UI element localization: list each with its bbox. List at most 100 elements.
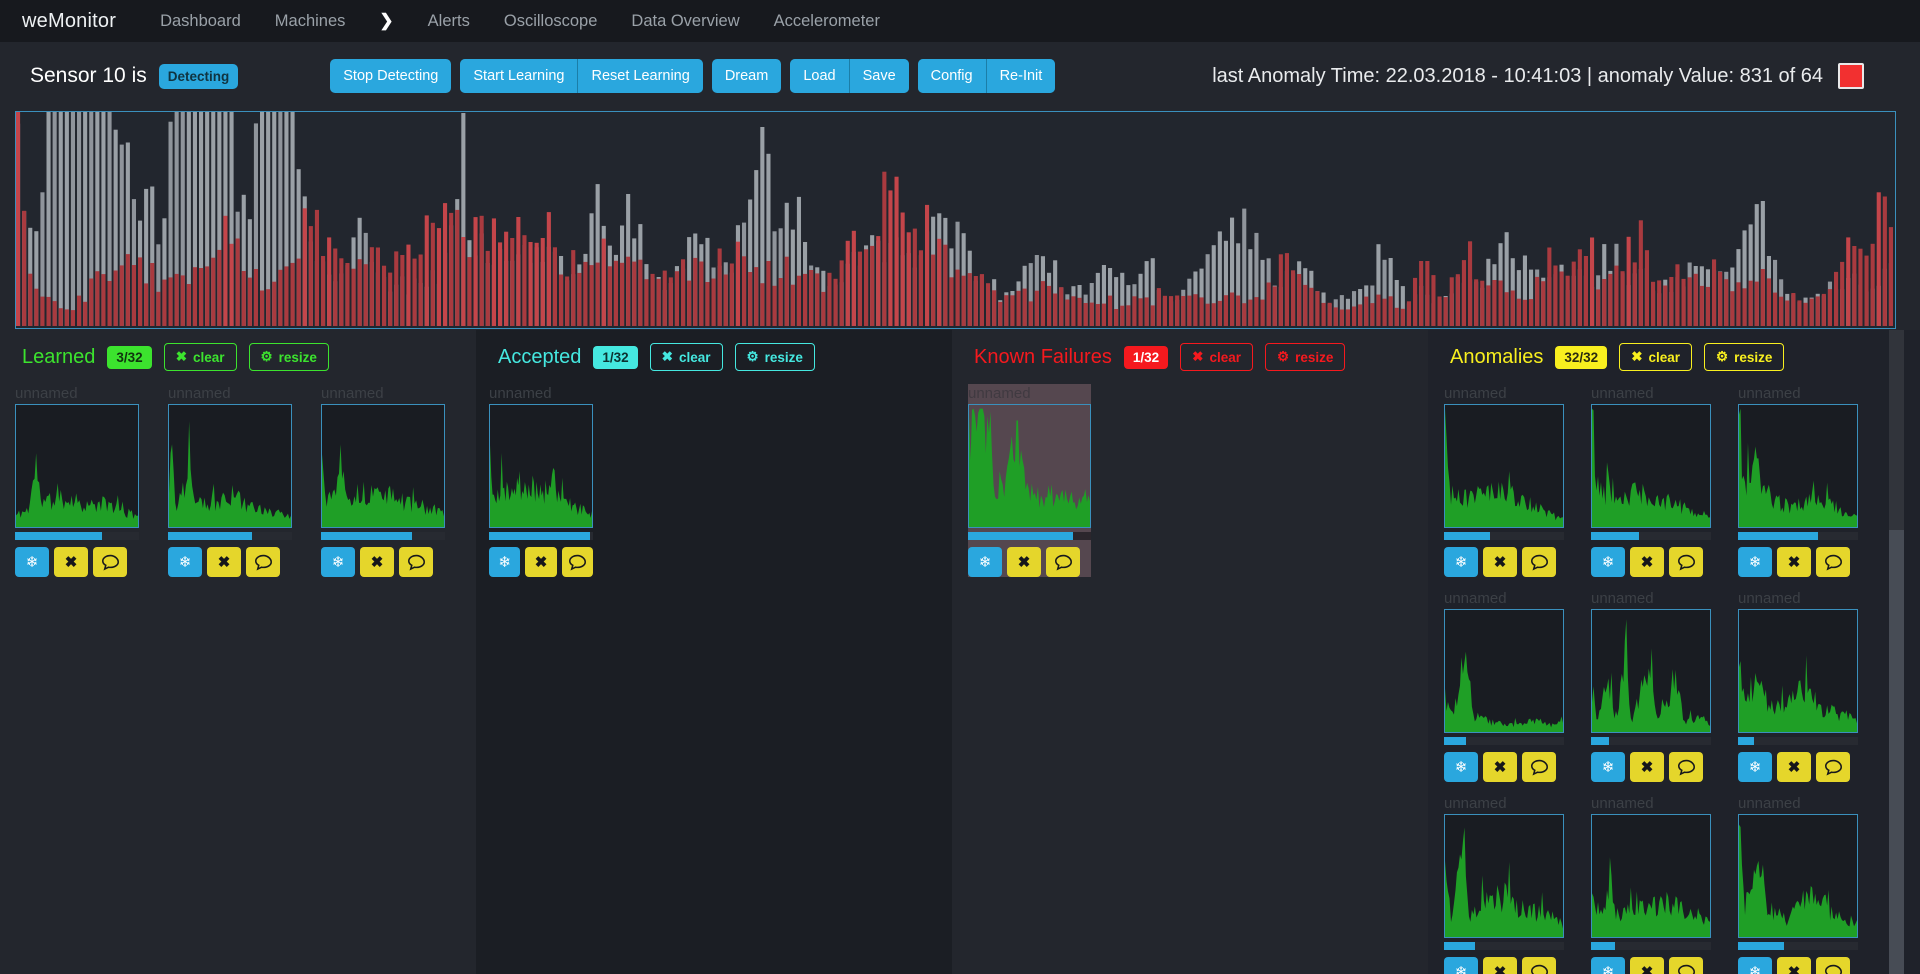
spectrum-card-accepted-0: unnamed❄✖ bbox=[489, 384, 593, 577]
thumbnail-spectrum-chart[interactable] bbox=[1738, 404, 1858, 528]
delete-button[interactable]: ✖ bbox=[1483, 957, 1517, 974]
comment-button[interactable] bbox=[562, 547, 593, 577]
load-button[interactable]: Load bbox=[790, 59, 848, 93]
freeze-button[interactable]: ❄ bbox=[168, 547, 202, 577]
delete-button[interactable]: ✖ bbox=[207, 547, 241, 577]
spectrum-card-anomalies-3: unnamed❄✖ bbox=[1444, 589, 1564, 782]
freeze-button[interactable]: ❄ bbox=[1444, 547, 1478, 577]
delete-button[interactable]: ✖ bbox=[525, 547, 556, 577]
thumbnail-spectrum-chart[interactable] bbox=[489, 404, 593, 528]
nav-item-dashboard[interactable]: Dashboard bbox=[160, 12, 241, 31]
freeze-button[interactable]: ❄ bbox=[1444, 752, 1478, 782]
comment-button[interactable] bbox=[1046, 547, 1080, 577]
comment-button[interactable] bbox=[1669, 957, 1703, 974]
thumbnail-spectrum-chart[interactable] bbox=[1591, 609, 1711, 733]
thumbnail-spectrum-chart[interactable] bbox=[1444, 609, 1564, 733]
similarity-progress-bar bbox=[1591, 737, 1711, 745]
dream-button[interactable]: Dream bbox=[712, 59, 782, 93]
comment-button[interactable] bbox=[399, 547, 433, 577]
start-learning-button[interactable]: Start Learning bbox=[460, 59, 577, 93]
alarm-indicator[interactable] bbox=[1838, 63, 1864, 89]
freeze-button[interactable]: ❄ bbox=[1738, 752, 1772, 782]
thumbnail-spectrum-chart[interactable] bbox=[15, 404, 139, 528]
nav-item-oscilloscope[interactable]: Oscilloscope bbox=[504, 12, 598, 31]
thumbnail-spectrum-chart[interactable] bbox=[1738, 609, 1858, 733]
freeze-button[interactable]: ❄ bbox=[1591, 957, 1625, 974]
freeze-button[interactable]: ❄ bbox=[1738, 547, 1772, 577]
clear-button-known-failures[interactable]: ✖clear bbox=[1180, 343, 1253, 371]
freeze-button[interactable]: ❄ bbox=[321, 547, 355, 577]
app-logo[interactable]: weMonitor bbox=[22, 10, 116, 33]
clear-button-learned[interactable]: ✖clear bbox=[164, 343, 237, 371]
comment-icon bbox=[1530, 759, 1549, 776]
delete-button[interactable]: ✖ bbox=[1630, 752, 1664, 782]
similarity-progress-bar bbox=[1444, 737, 1564, 745]
thumbnail-spectrum-chart[interactable] bbox=[1591, 404, 1711, 528]
comment-button[interactable] bbox=[1816, 957, 1850, 974]
thumbnail-spectrum-chart[interactable] bbox=[1444, 814, 1564, 938]
delete-button[interactable]: ✖ bbox=[1007, 547, 1041, 577]
panel-count-badge-learned: 3/32 bbox=[107, 346, 151, 369]
clear-button-anomalies[interactable]: ✖clear bbox=[1619, 343, 1692, 371]
save-button[interactable]: Save bbox=[850, 59, 909, 93]
thumbnail-spectrum-chart[interactable] bbox=[321, 404, 445, 528]
panel-scrollbar-thumb[interactable] bbox=[1889, 530, 1904, 974]
wemonitor-app: weMonitor Dashboard Machines ❯ Alerts Os… bbox=[0, 0, 1920, 974]
delete-button[interactable]: ✖ bbox=[1777, 957, 1811, 974]
x-icon: ✖ bbox=[1631, 349, 1642, 365]
stop-detecting-button[interactable]: Stop Detecting bbox=[330, 59, 451, 93]
comment-button[interactable] bbox=[1816, 752, 1850, 782]
resize-button-anomalies[interactable]: ⚙resize bbox=[1704, 343, 1784, 371]
config-button[interactable]: Config bbox=[918, 59, 986, 93]
comment-button[interactable] bbox=[1522, 957, 1556, 974]
thumbnail-spectrum-chart[interactable] bbox=[968, 404, 1091, 528]
sensor-status-title: Sensor 10 is Detecting bbox=[30, 64, 238, 89]
nav-item-data-overview[interactable]: Data Overview bbox=[631, 12, 739, 31]
thumbnail-spectrum-chart[interactable] bbox=[1591, 814, 1711, 938]
delete-button[interactable]: ✖ bbox=[1777, 547, 1811, 577]
comment-button[interactable] bbox=[1522, 752, 1556, 782]
delete-button[interactable]: ✖ bbox=[1483, 547, 1517, 577]
nav-item-accelerometer[interactable]: Accelerometer bbox=[774, 12, 880, 31]
delete-button[interactable]: ✖ bbox=[54, 547, 88, 577]
freeze-button[interactable]: ❄ bbox=[1591, 752, 1625, 782]
nav-item-alerts[interactable]: Alerts bbox=[428, 12, 470, 31]
comment-button[interactable] bbox=[1669, 752, 1703, 782]
comment-button[interactable] bbox=[1669, 547, 1703, 577]
panel-anomalies: Anomalies32/32✖clear⚙resizeunnamed❄✖unna… bbox=[1428, 330, 1920, 974]
delete-button[interactable]: ✖ bbox=[1630, 547, 1664, 577]
freeze-button[interactable]: ❄ bbox=[15, 547, 49, 577]
resize-button-accepted[interactable]: ⚙resize bbox=[735, 343, 815, 371]
delete-button[interactable]: ✖ bbox=[360, 547, 394, 577]
snowflake-icon: ❄ bbox=[1455, 758, 1468, 776]
chevron-right-icon[interactable]: ❯ bbox=[379, 11, 393, 31]
comment-button[interactable] bbox=[246, 547, 280, 577]
reset-learning-button[interactable]: Reset Learning bbox=[578, 59, 702, 93]
resize-button-known-failures[interactable]: ⚙resize bbox=[1265, 343, 1345, 371]
comment-button[interactable] bbox=[1522, 547, 1556, 577]
clear-button-accepted[interactable]: ✖clear bbox=[650, 343, 723, 371]
panel-count-badge-known-failures: 1/32 bbox=[1124, 346, 1168, 369]
nav-item-machines[interactable]: Machines bbox=[275, 12, 346, 31]
re-init-button[interactable]: Re-Init bbox=[987, 59, 1056, 93]
spectrum-card-anomalies-8: unnamed❄✖ bbox=[1738, 794, 1858, 974]
panel-scrollbar-track[interactable] bbox=[1889, 330, 1904, 974]
freeze-button[interactable]: ❄ bbox=[1444, 957, 1478, 974]
resize-button-learned[interactable]: ⚙resize bbox=[249, 343, 329, 371]
panel-title-known-failures: Known Failures bbox=[974, 346, 1112, 369]
thumbnail-spectrum-chart[interactable] bbox=[168, 404, 292, 528]
freeze-button[interactable]: ❄ bbox=[968, 547, 1002, 577]
thumbnail-spectrum-chart[interactable] bbox=[1444, 404, 1564, 528]
freeze-button[interactable]: ❄ bbox=[1738, 957, 1772, 974]
comment-button[interactable] bbox=[1816, 547, 1850, 577]
delete-button[interactable]: ✖ bbox=[1777, 752, 1811, 782]
delete-button[interactable]: ✖ bbox=[1630, 957, 1664, 974]
freeze-button[interactable]: ❄ bbox=[489, 547, 520, 577]
thumbnail-spectrum-chart[interactable] bbox=[1738, 814, 1858, 938]
delete-button[interactable]: ✖ bbox=[1483, 752, 1517, 782]
card-label: unnamed bbox=[15, 384, 139, 404]
comment-button[interactable] bbox=[93, 547, 127, 577]
card-label: unnamed bbox=[1444, 384, 1564, 404]
snowflake-icon: ❄ bbox=[332, 553, 345, 571]
freeze-button[interactable]: ❄ bbox=[1591, 547, 1625, 577]
